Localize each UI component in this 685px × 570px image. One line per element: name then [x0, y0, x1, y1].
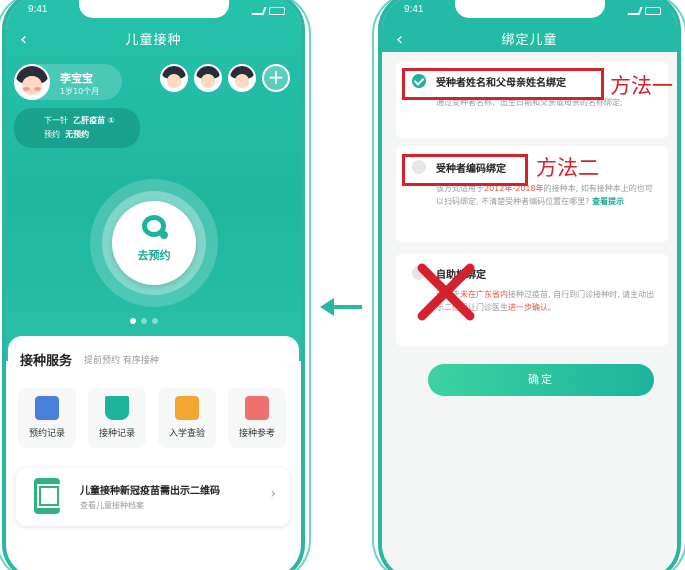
annotation-method2: 方法二: [536, 156, 599, 180]
status-time: 9:41: [28, 4, 48, 15]
add-child-button[interactable]: +: [262, 64, 290, 92]
status-icons: [627, 4, 661, 18]
calendar-icon: [35, 396, 59, 420]
chevron-right-icon: ›: [270, 486, 276, 502]
annotation-method1: 方法一: [610, 74, 673, 98]
qr-card-subtitle: 查看儿童接种档案: [80, 501, 144, 510]
annotation-box-method1: [402, 68, 604, 100]
appt-value: 无预约: [65, 130, 90, 139]
child-avatar-2[interactable]: [160, 64, 188, 92]
arrow-left-icon: [320, 298, 362, 316]
service-label: 入学查验: [168, 429, 205, 439]
carousel-dot[interactable]: [141, 318, 147, 324]
next-vaccine: 乙肝疫苗 ①: [73, 116, 115, 125]
status-bar: 9:41: [28, 4, 285, 18]
carousel-dots: [130, 318, 158, 324]
next-dose-pill: 下一针 乙肝疫苗 ① 预约 无预约: [14, 108, 140, 148]
service-label: 接种参考: [238, 429, 275, 439]
open-book-icon: [105, 396, 129, 420]
service-card: 接种服务 提前预约 有序接种 预约记录 接种记录 入学查验 接种参考: [8, 336, 299, 456]
view-hint-link[interactable]: 查看提示: [589, 197, 624, 206]
child-name: 李宝宝: [60, 72, 93, 85]
signal-icon: [251, 7, 267, 15]
child-age: 1岁10个月: [60, 87, 100, 96]
red-x-icon: [417, 263, 475, 321]
child-avatar[interactable]: [14, 64, 50, 100]
battery-icon: [269, 7, 285, 15]
qr-card-title: 儿童接种新冠疫苗需出示二维码: [80, 486, 220, 497]
status-time: 9:41: [404, 4, 424, 15]
service-vaccination-reference[interactable]: 接种参考: [228, 388, 286, 448]
child-avatar-4[interactable]: [228, 64, 256, 92]
status-bar: 9:41: [404, 4, 661, 18]
signal-icon: [627, 7, 643, 15]
page-title: 儿童接种: [125, 33, 182, 48]
screenshot-stage: 9:41 ‹ 儿童接种 李宝宝 1岁10个月 + 下一针 乙肝疫苗 ① 预约 无…: [0, 0, 685, 570]
confirm-button[interactable]: 确定: [428, 364, 654, 396]
certificate-icon: [175, 396, 199, 420]
service-title: 接种服务: [20, 354, 73, 369]
service-label: 预约记录: [28, 429, 65, 439]
left-nav-bar: ‹ 儿童接种: [6, 30, 301, 52]
go-appointment-label: 去预约: [137, 249, 171, 262]
service-school-check[interactable]: 入学查验: [158, 388, 216, 448]
qr-code-icon: [34, 478, 61, 514]
qr-code-card[interactable]: 儿童接种新冠疫苗需出示二维码 查看儿童接种档案 ›: [16, 468, 290, 526]
service-vaccination-records[interactable]: 接种记录: [88, 388, 146, 448]
service-label: 接种记录: [98, 429, 135, 439]
next-label: 下一针: [44, 116, 68, 125]
service-appointment-records[interactable]: 预约记录: [18, 388, 76, 448]
back-icon[interactable]: ‹: [396, 30, 403, 50]
child-avatar-3[interactable]: [194, 64, 222, 92]
back-icon[interactable]: ‹: [20, 30, 27, 50]
page-title: 绑定儿童: [501, 33, 558, 48]
search-icon: [142, 215, 168, 239]
go-appointment-button[interactable]: 去预约: [112, 201, 196, 285]
service-subtitle: 提前预约 有序接种: [84, 356, 159, 366]
carousel-dot[interactable]: [152, 318, 158, 324]
battery-icon: [645, 7, 661, 15]
right-nav-bar: ‹ 绑定儿童: [382, 30, 677, 52]
appt-label: 预约: [44, 130, 60, 139]
reference-book-icon: [245, 396, 269, 420]
carousel-dot[interactable]: [130, 318, 136, 324]
annotation-box-method2: [402, 154, 528, 186]
status-icons: [251, 4, 285, 18]
left-phone: 9:41 ‹ 儿童接种 李宝宝 1岁10个月 + 下一针 乙肝疫苗 ① 预约 无…: [2, 0, 305, 570]
